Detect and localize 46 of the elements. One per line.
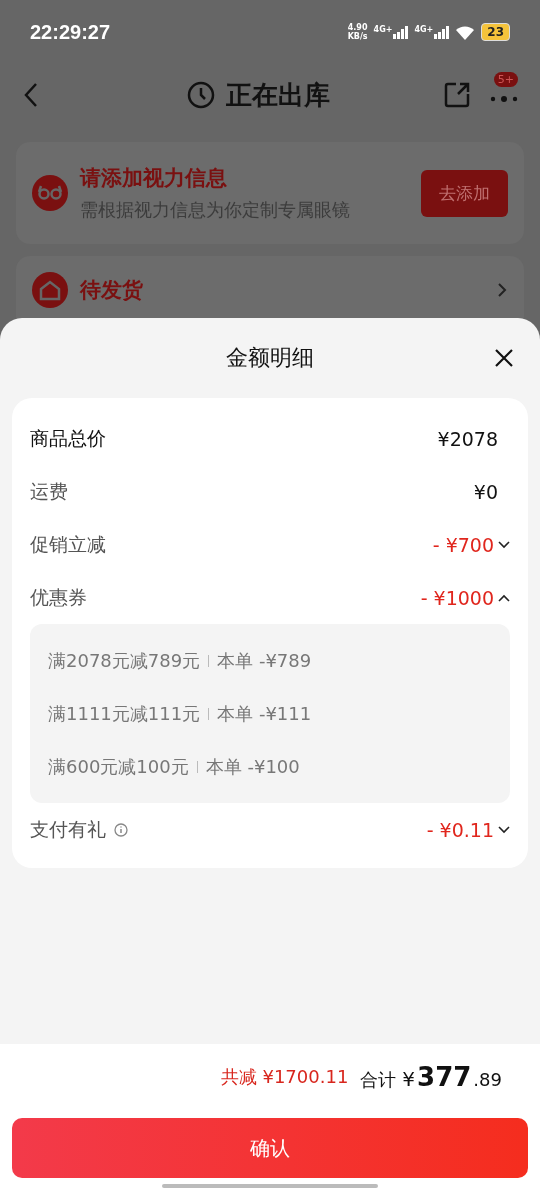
- wifi-icon: [455, 24, 476, 40]
- add-button[interactable]: 去添加: [421, 169, 508, 217]
- price-label: 促销立减: [30, 531, 106, 557]
- coupon-rule: 满600元减100元: [48, 754, 189, 779]
- chevron-right-icon[interactable]: [496, 283, 508, 297]
- network-speed: 4.90 KB/s: [347, 23, 368, 41]
- price-value: ¥0: [473, 480, 498, 503]
- share-icon[interactable]: [442, 80, 472, 110]
- discount-value: - ¥1000: [420, 586, 494, 609]
- price-label: 运费: [30, 478, 68, 504]
- coupon-amount: 本单 -¥111: [217, 701, 312, 726]
- page-title: 正在出库: [226, 78, 330, 112]
- signal-icon: [393, 25, 409, 39]
- notification-badge: 5+: [493, 72, 518, 87]
- house-icon: [32, 272, 68, 308]
- discount-value: - ¥700: [432, 533, 494, 556]
- total-label: 合计: [360, 1068, 397, 1092]
- total-integer: 377: [417, 1062, 472, 1092]
- price-label: 优惠券: [30, 584, 87, 610]
- signal-icon: [434, 25, 450, 39]
- coupon-amount: 本单 -¥789: [217, 648, 312, 673]
- price-value: ¥2078: [437, 427, 498, 450]
- status-time: 22:29:27: [30, 20, 111, 44]
- clock-icon: [186, 80, 216, 110]
- discount-value: - ¥0.11: [426, 818, 494, 841]
- price-label: 商品总价: [30, 425, 106, 451]
- vision-title: 请添加视力信息: [80, 165, 228, 192]
- coupon-rule: 满2078元减789元: [48, 648, 201, 673]
- info-icon[interactable]: [114, 822, 128, 837]
- caret-up-icon[interactable]: [498, 593, 510, 602]
- coupon-amount: 本单 -¥100: [205, 754, 300, 779]
- battery-level: 23: [481, 23, 510, 41]
- status-title: 待发货: [80, 277, 143, 304]
- close-icon[interactable]: [494, 348, 514, 368]
- network-type: 4G+: [373, 25, 393, 34]
- total-discount: 共减 ¥1700.11: [220, 1065, 349, 1089]
- glasses-icon: [32, 175, 68, 211]
- caret-down-icon[interactable]: [498, 825, 510, 834]
- sheet-title: 金额明细: [226, 344, 314, 372]
- caret-down-icon[interactable]: [498, 540, 510, 549]
- price-label: 支付有礼: [30, 816, 106, 842]
- currency-symbol: ¥: [402, 1067, 416, 1091]
- total-decimal: .89: [473, 1069, 502, 1090]
- confirm-button[interactable]: 确认: [12, 1118, 528, 1178]
- coupon-rule: 满1111元减111元: [48, 701, 201, 726]
- network-type: 4G+: [414, 25, 434, 34]
